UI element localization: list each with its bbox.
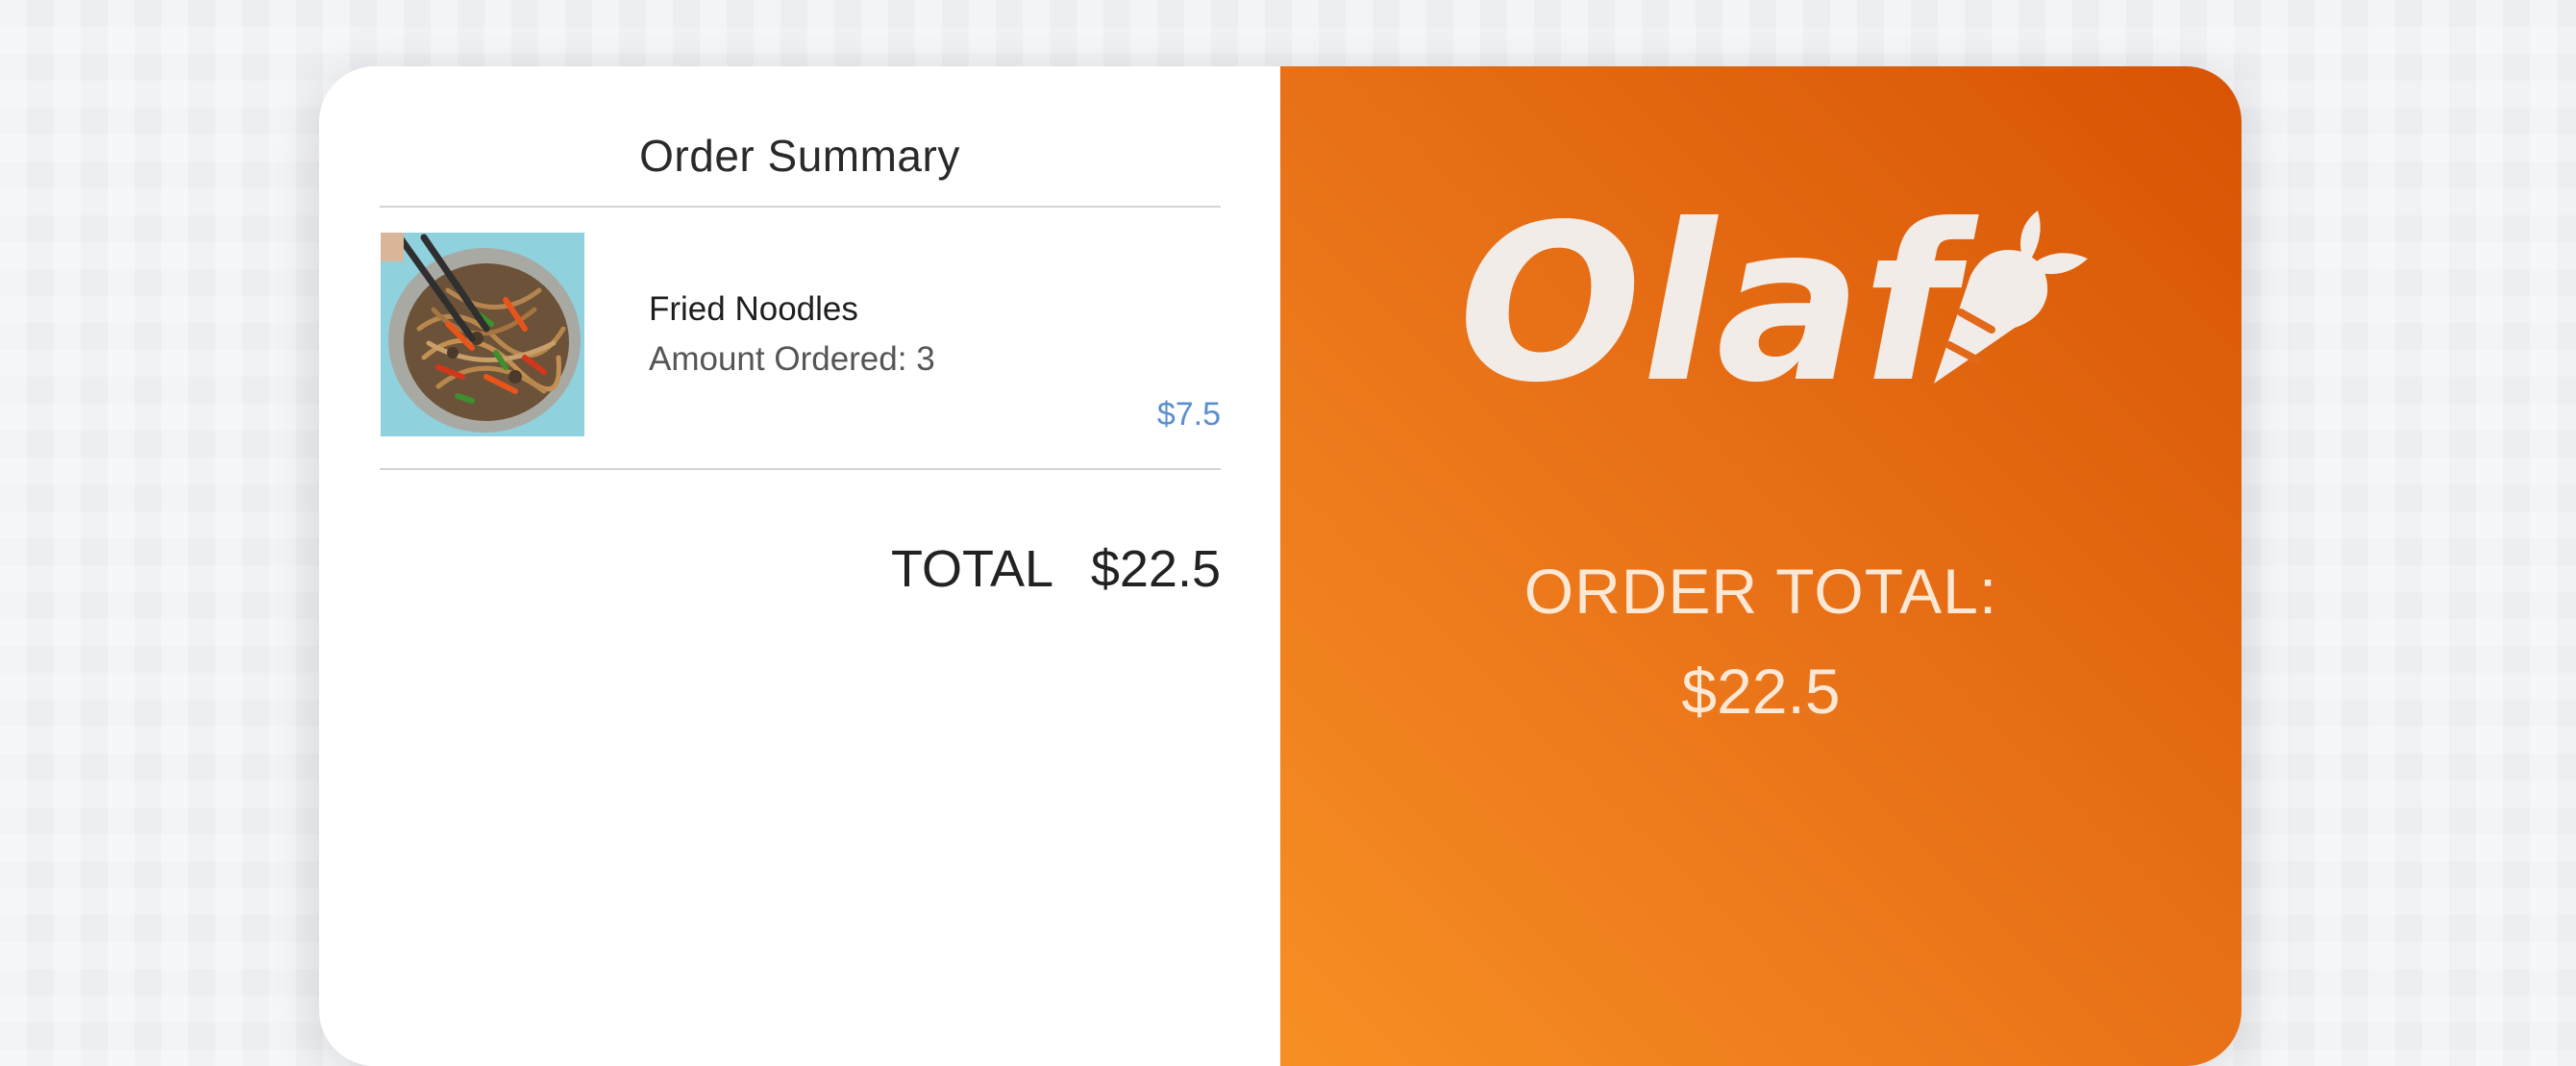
divider	[380, 468, 1221, 470]
item-amount-label: Amount Ordered:	[649, 340, 907, 378]
fried-noodles-image	[381, 233, 584, 436]
checkout-card: Order Summary Fried Noodles Amount Order…	[319, 66, 2242, 1066]
item-amount-value: 3	[916, 340, 935, 378]
carrot-icon	[1934, 211, 2088, 384]
olaf-logo: Olaf	[1463, 182, 2088, 431]
total-label: TOTAL	[891, 540, 1054, 598]
order-total-label: ORDER TOTAL:	[1523, 556, 1998, 627]
item-name: Fried Noodles	[649, 290, 858, 328]
item-amount: Amount Ordered: 3	[649, 340, 935, 379]
order-summary-title: Order Summary	[639, 131, 960, 181]
divider	[380, 206, 1221, 208]
logo-wordmark: Olaf	[1463, 182, 1979, 431]
order-total-value: $22.5	[1681, 656, 1841, 727]
noodle-pan-illustration	[381, 233, 584, 436]
item-price: $7.5	[1156, 396, 1221, 433]
order-summary-panel: Order Summary Fried Noodles Amount Order…	[319, 66, 1280, 1066]
order-total-panel: Olaf ORDER TOTAL: $22.5	[1280, 66, 2242, 1066]
total-value: $22.5	[1090, 540, 1221, 598]
